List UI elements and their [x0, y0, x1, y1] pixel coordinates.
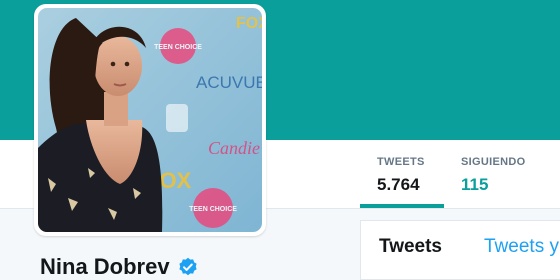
backdrop-logo-teen-choice-1: TEEN CHOICE — [154, 44, 202, 51]
stat-following[interactable]: SIGUIENDO 115 — [444, 155, 528, 208]
tab-tweets[interactable]: Tweets — [379, 236, 442, 258]
backdrop-logo-candies: Candie's — [208, 138, 262, 158]
tweets-tab-card: Tweets Tweets y — [360, 220, 560, 280]
stat-tweets-value: 5.764 — [377, 175, 420, 194]
stat-tweets[interactable]: TWEETS 5.764 — [360, 155, 444, 208]
svg-text:FOX: FOX — [236, 15, 262, 32]
profile-name[interactable]: Nina Dobrev — [40, 254, 170, 280]
profile-name-row: Nina Dobrev — [40, 254, 198, 280]
backdrop-logo-acuvue: ACUVUE — [196, 73, 262, 92]
backdrop-logo-teen-choice-2: TEEN CHOICE — [189, 206, 237, 213]
verified-badge-icon — [178, 257, 197, 276]
profile-stats: TWEETS 5.764 SIGUIENDO 115 — [360, 155, 528, 208]
profile-photo[interactable]: TEEN CHOICE ACUVUE Candie's FOX TEEN CHO… — [38, 8, 262, 232]
stat-tweets-label: TWEETS — [377, 156, 425, 168]
profile-avatar-card[interactable]: TEEN CHOICE ACUVUE Candie's FOX TEEN CHO… — [34, 4, 266, 236]
tab-tweets-and-replies[interactable]: Tweets y — [484, 236, 559, 258]
stat-following-label: SIGUIENDO — [461, 156, 526, 168]
profile-photo-image: TEEN CHOICE ACUVUE Candie's FOX TEEN CHO… — [38, 8, 262, 232]
stat-following-value: 115 — [461, 175, 489, 194]
